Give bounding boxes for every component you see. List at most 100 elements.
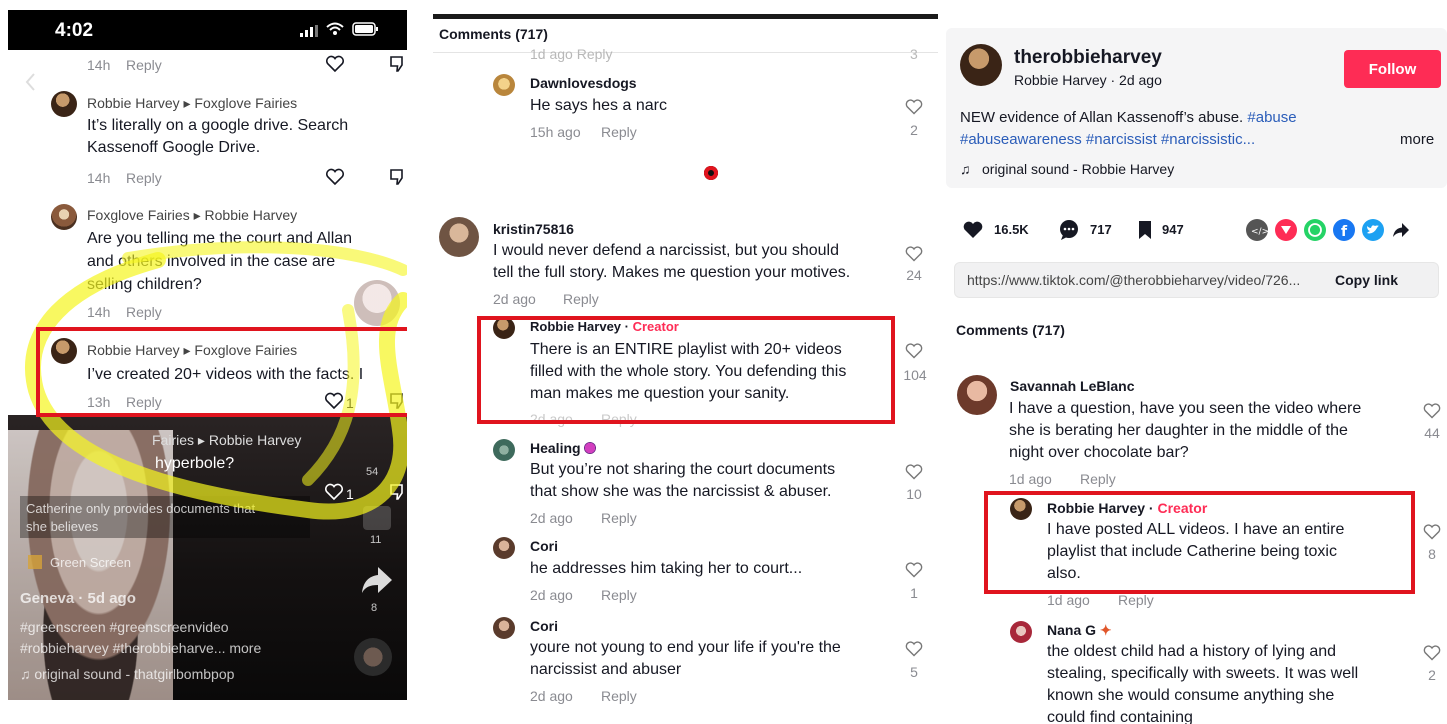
video-sound[interactable]: original sound - Robbie Harvey xyxy=(982,161,1174,177)
video-caption-line: Catherine only provides documents that xyxy=(26,501,256,516)
video-description: NEW evidence of Allan Kassenoff’s abuse.… xyxy=(960,109,1297,126)
copy-link-button[interactable]: Copy link xyxy=(1335,272,1398,288)
avatar[interactable] xyxy=(51,204,77,230)
reply-link[interactable]: Reply xyxy=(126,170,162,186)
dislike-icon[interactable] xyxy=(388,55,406,78)
partial-comment-meta: 1d ago Reply xyxy=(530,46,613,62)
comment-time: 1d ago xyxy=(1047,592,1090,608)
reply-link[interactable]: Reply xyxy=(126,304,162,320)
comment-author[interactable]: Nana G ✦ xyxy=(1047,622,1112,639)
avatar[interactable] xyxy=(493,439,515,461)
more-link[interactable]: more xyxy=(1400,131,1434,148)
avatar[interactable] xyxy=(493,74,515,96)
sound-disc-icon[interactable] xyxy=(354,638,392,676)
comment-text-line: Are you telling me the court and Allan xyxy=(87,230,353,247)
comment-time: 1d ago xyxy=(1009,471,1052,487)
embed-icon[interactable]: </> xyxy=(1246,219,1269,241)
reply-link[interactable]: Reply xyxy=(601,587,637,603)
heart-outline-icon[interactable] xyxy=(905,464,923,480)
like-count: 2 xyxy=(910,122,918,138)
comment-time: 2d ago xyxy=(530,510,573,526)
back-chevron-icon[interactable] xyxy=(24,72,36,97)
heart-outline-icon[interactable] xyxy=(905,641,923,657)
comment-author: Robbie Harvey ▸ Foxglove Fairies xyxy=(87,95,298,111)
comment-author[interactable]: Cori xyxy=(530,538,558,554)
battery-icon xyxy=(352,22,380,41)
like-count: 10 xyxy=(906,486,922,502)
heart-filled-icon[interactable] xyxy=(962,220,984,245)
comment-text-line: night over chocolate bar? xyxy=(1009,444,1189,461)
like-count: 1 xyxy=(910,585,918,601)
comment-time: 2d ago xyxy=(530,587,573,603)
video-url-field[interactable]: https://www.tiktok.com/@therobbieharvey/… xyxy=(967,272,1300,288)
profile-bubble[interactable] xyxy=(354,280,400,326)
comment-bubble-icon[interactable] xyxy=(1058,219,1080,246)
hashtag-links[interactable]: #abuseawareness #narcissist #narcissisti… xyxy=(960,129,1255,151)
share-arrow-icon[interactable] xyxy=(1392,221,1410,244)
bookmark-icon[interactable] xyxy=(1136,220,1154,245)
whatsapp-icon[interactable] xyxy=(1304,219,1326,241)
avatar[interactable] xyxy=(960,44,1002,86)
heart-outline-icon[interactable] xyxy=(905,246,923,262)
comments-header: Comments (717) xyxy=(439,26,548,42)
like-count: 2 xyxy=(1428,667,1436,683)
twitter-icon[interactable] xyxy=(1362,219,1384,241)
save-count: 947 xyxy=(1162,222,1184,237)
reply-link[interactable]: Reply xyxy=(126,57,162,73)
heart-outline-icon[interactable] xyxy=(905,562,923,578)
reply-link[interactable]: Reply xyxy=(601,688,637,704)
avatar[interactable] xyxy=(1010,621,1032,643)
video-sound[interactable]: ♫ original sound - thatgirlbombpop xyxy=(20,666,234,682)
share-arrow-icon[interactable] xyxy=(360,565,394,600)
heart-outline-icon[interactable] xyxy=(1423,524,1441,540)
share-link-box: https://www.tiktok.com/@therobbieharvey/… xyxy=(954,262,1439,298)
record-dot-icon xyxy=(704,166,718,180)
comment-time: 14h xyxy=(87,57,111,73)
video-detail-panel: therobbieharvey Robbie Harvey · 2d ago F… xyxy=(946,28,1447,724)
comment-text-line: that show she was the narcissist & abuse… xyxy=(530,483,832,500)
avatar[interactable] xyxy=(51,91,77,117)
reply-link[interactable]: Reply xyxy=(601,510,637,526)
comment-text-line: and others involved in the case are xyxy=(87,253,336,270)
send-icon[interactable] xyxy=(1275,219,1297,241)
side-count: 54 xyxy=(366,466,379,478)
share-count: 8 xyxy=(371,602,378,614)
reply-link[interactable]: Reply xyxy=(1118,592,1154,608)
dislike-icon[interactable] xyxy=(388,483,406,506)
reply-link[interactable]: Reply xyxy=(563,291,599,307)
heart-outline-icon[interactable] xyxy=(1423,645,1441,661)
comment-author[interactable]: Cori xyxy=(530,618,558,634)
comment-author[interactable]: kristin75816 xyxy=(493,221,574,237)
comment-text-line: stealing, specifically with sweets. It w… xyxy=(1047,665,1359,682)
heart-outline-icon[interactable] xyxy=(905,343,923,359)
heart-outline-icon[interactable] xyxy=(325,55,345,78)
comment-author[interactable]: Healing xyxy=(530,440,597,456)
comment-author[interactable]: Savannah LeBlanc xyxy=(1010,378,1135,394)
effect-label[interactable]: Green Screen xyxy=(50,555,131,570)
avatar[interactable] xyxy=(439,217,479,257)
comment-author[interactable]: Dawnlovesdogs xyxy=(530,75,637,91)
heart-outline-icon[interactable] xyxy=(905,99,923,115)
username[interactable]: therobbieharvey xyxy=(1014,47,1162,69)
follow-button[interactable]: Follow xyxy=(1344,50,1441,88)
heart-outline-icon[interactable] xyxy=(325,168,345,191)
comment-text-line: youre not young to end your life if you'… xyxy=(530,639,841,656)
video-hashtags[interactable]: #greenscreen #greenscreenvideo xyxy=(20,619,229,635)
comment-text-line: selling children? xyxy=(87,276,202,293)
facebook-icon[interactable]: f xyxy=(1333,219,1355,241)
comments-panel-middle: Comments (717) 1d ago Reply 3 Dawnlovesd… xyxy=(433,0,938,724)
comment-time: 14h xyxy=(87,170,111,186)
reply-link[interactable]: Reply xyxy=(601,124,637,140)
heart-outline-icon[interactable] xyxy=(1423,403,1441,419)
heart-emoji-icon xyxy=(584,442,597,454)
side-control[interactable] xyxy=(363,506,391,530)
reply-link[interactable]: Reply xyxy=(1080,471,1116,487)
comment-text-line: He says hes a narc xyxy=(530,97,667,114)
avatar[interactable] xyxy=(493,617,515,639)
avatar[interactable] xyxy=(957,375,997,415)
dislike-icon[interactable] xyxy=(388,168,406,191)
avatar[interactable] xyxy=(493,537,515,559)
video-hashtags[interactable]: #robbieharvey #therobbieharve... more xyxy=(20,640,261,656)
hashtag-link[interactable]: #abuse xyxy=(1247,109,1296,126)
heart-outline-icon[interactable] xyxy=(324,483,344,506)
